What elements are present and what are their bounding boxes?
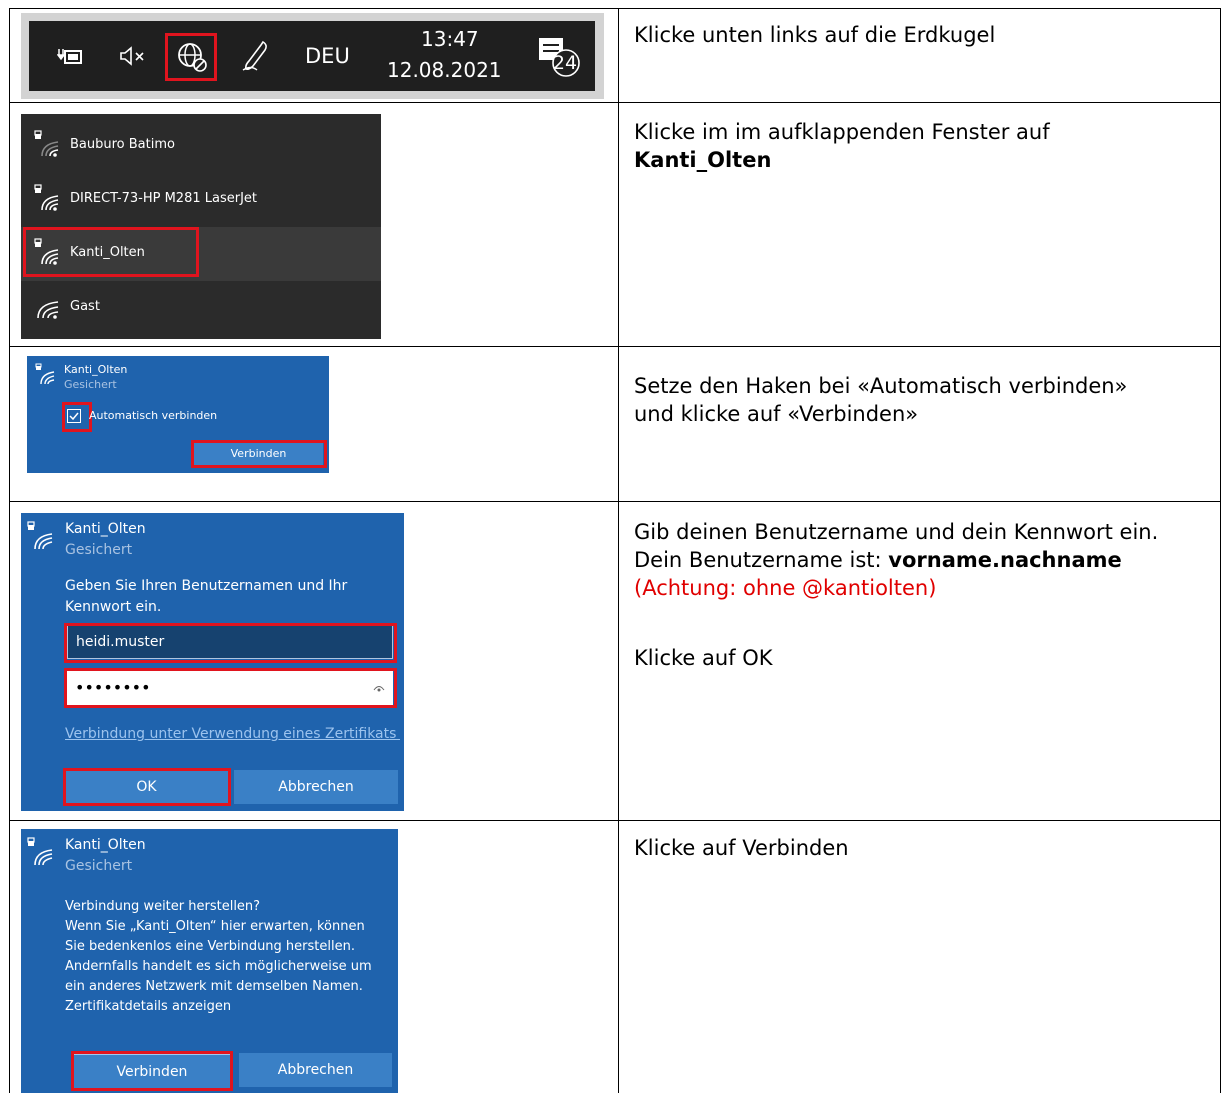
wifi-network-name: DIRECT-73-HP M281 LaserJet [70,191,258,206]
wifi-network-name: Gast [70,299,100,314]
cancel-button[interactable]: Abbrechen [239,1053,392,1087]
wifi-network-item[interactable]: Bauburo Batimo [21,119,381,173]
instruction-line: und klicke auf «Verbinden» [634,402,919,426]
highlight-network [23,227,199,277]
taskbar-screenshot: DEU 13:47 12.08.2021 24 [21,13,604,99]
speaker-muted-icon [120,46,144,66]
wifi-secured-icon [27,837,53,866]
row-divider [9,102,1221,103]
wifi-secured-icon [34,184,59,211]
autoconnect-label: Automatisch verbinden [89,409,218,422]
instruction-bold: vorname.nachname [888,548,1122,572]
notification-count: 24 [552,52,578,74]
credentials-screenshot: Kanti_Olten Gesichert Geben Sie Ihren Be… [21,513,404,811]
network-name: Kanti_Olten [65,837,146,853]
network-name: Kanti_Olten [65,521,146,537]
wifi-network-name: Bauburo Batimo [70,137,175,152]
clock-time[interactable]: 13:47 [421,27,479,51]
instruction-line: Setze den Haken bei «Automatisch verbind… [634,374,1128,398]
instruction-warning: (Achtung: ohne @kantiolten) [634,576,937,600]
network-name: Kanti_Olten [64,363,128,376]
row-divider [9,820,1221,821]
highlight-ok [63,768,231,806]
language-indicator[interactable]: DEU [305,44,350,68]
instruction-step-3: Setze den Haken bei «Automatisch verbind… [634,372,1214,428]
row-divider [9,501,1221,502]
pen-icon[interactable] [241,39,271,73]
warning-message: Verbindung weiter herstellen? Wenn Sie „… [65,897,395,1017]
instruction-step-4: Gib deinen Benutzername und dein Kennwor… [634,518,1214,672]
row-divider [9,346,1221,347]
battery-plug-icon [57,49,82,64]
message-line: Andernfalls handelt es sich möglicherwei… [65,959,372,974]
highlight-checkbox [62,402,92,432]
wifi-secured-icon [34,130,59,157]
table-border-left [9,8,10,1093]
certificate-details-link[interactable]: Zertifikatdetails anzeigen [65,997,395,1017]
message-line: Verbindung weiter herstellen? [65,899,261,914]
highlight-connect [71,1051,233,1091]
wifi-network-item[interactable]: DIRECT-73-HP M281 LaserJet [21,173,381,227]
instruction-table: DEU 13:47 12.08.2021 24 Klicke unten lin… [9,8,1221,1093]
wifi-open-icon [37,301,59,319]
globe-no-connection-icon[interactable] [175,40,209,74]
message-line: Wenn Sie „Kanti_Olten“ hier erwarten, kö… [65,919,365,934]
network-status: Gesichert [65,542,133,558]
clock-date[interactable]: 12.08.2021 [387,58,502,82]
instruction-bold: Kanti_Olten [634,148,772,172]
instruction-prefix: Dein Benutzername ist: [634,548,889,572]
highlight-connect [191,440,327,468]
message-line: ein anderes Netzwerk mit demselben Namen… [65,979,363,994]
wifi-secured-icon [35,363,55,385]
instruction-step-5: Klicke auf Verbinden [634,836,849,860]
instruction-line: Gib deinen Benutzername und dein Kennwor… [634,520,1159,544]
message-line: Sie bedenkenlos eine Verbindung herstell… [65,939,355,954]
autoconnect-screenshot: Kanti_Olten Gesichert Automatisch verbin… [27,356,329,473]
confirm-screenshot: Kanti_Olten Gesichert Verbindung weiter … [21,829,398,1093]
table-border-top [9,8,1221,9]
wifi-secured-icon [27,521,53,550]
wifi-list-screenshot: Bauburo Batimo DIRECT-73-HP M281 LaserJe… [21,114,381,339]
instruction-step-1: Klicke unten links auf die Erdkugel [634,23,996,47]
instruction-line: Klicke auf OK [634,646,773,670]
column-divider [618,8,619,1093]
certificate-link[interactable]: Verbindung unter Verwendung eines Zertif… [65,726,400,742]
highlight-username [64,623,397,663]
network-status: Gesichert [65,858,133,874]
taskbar: DEU 13:47 12.08.2021 24 [29,21,595,91]
network-status: Gesichert [64,378,117,391]
instruction-text: Klicke im im aufklappenden Fenster auf [634,120,1050,144]
cancel-button[interactable]: Abbrechen [234,770,398,804]
credentials-prompt: Geben Sie Ihren Benutzernamen und Ihr Ke… [65,578,348,615]
highlight-password [64,668,397,708]
instruction-step-2: Klicke im im aufklappenden Fenster auf K… [634,118,1214,174]
wifi-network-item[interactable]: Gast [21,281,381,335]
wifi-network-item-selected[interactable]: Kanti_Olten [21,227,381,281]
